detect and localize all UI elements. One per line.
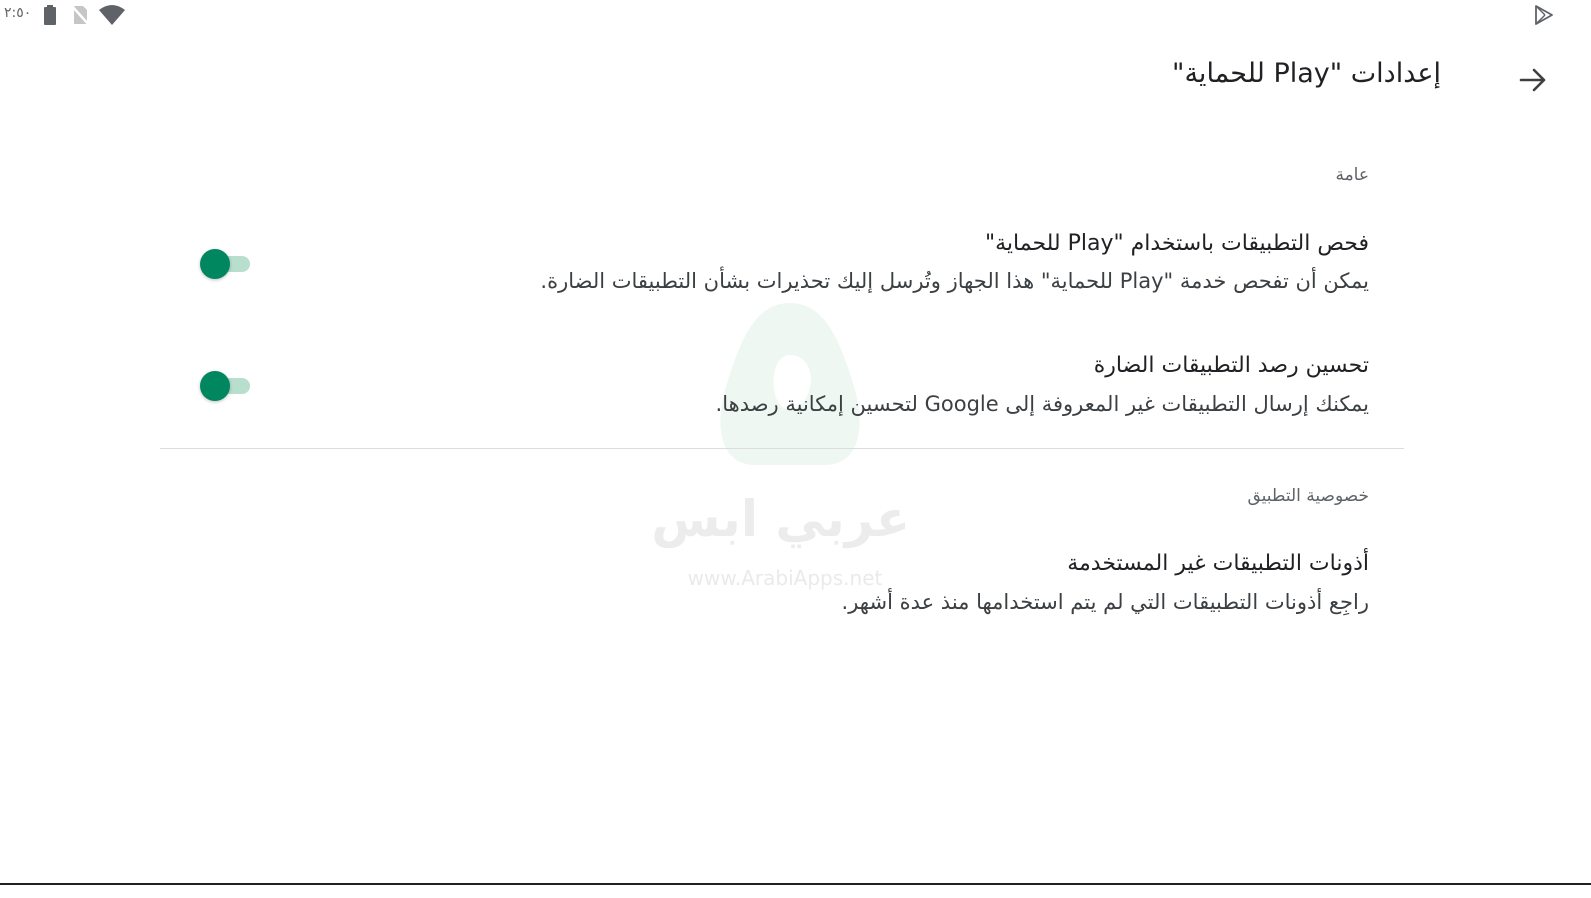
- page-title: إعدادات "Play للحماية": [1172, 58, 1441, 89]
- section-header-general: عامة: [1335, 165, 1369, 185]
- watermark-text: عربي ابس: [651, 490, 910, 548]
- watermark-logo-icon: [720, 303, 860, 465]
- toggle-thumb: [200, 371, 230, 401]
- scan-apps-toggle[interactable]: [200, 247, 252, 281]
- wifi-icon: [99, 5, 125, 25]
- setting-title: أذونات التطبيقات غير المستخدمة: [1067, 551, 1369, 576]
- toggle-thumb: [200, 249, 230, 279]
- battery-icon: [44, 5, 56, 25]
- arrow-icon: [1519, 68, 1546, 92]
- improve-detection-toggle[interactable]: [200, 369, 252, 403]
- status-bar: ٢:٥٠: [0, 0, 1591, 32]
- no-sim-icon: [70, 4, 90, 26]
- status-time: ٢:٥٠: [4, 5, 32, 21]
- setting-description: يمكنك إرسال التطبيقات غير المعروفة إلى G…: [715, 392, 1369, 416]
- setting-description: راجِع أذونات التطبيقات التي لم يتم استخد…: [841, 590, 1369, 614]
- section-header-app-privacy: خصوصية التطبيق: [1247, 486, 1369, 506]
- back-button[interactable]: [1515, 62, 1551, 98]
- setting-title: تحسين رصد التطبيقات الضارة: [1093, 353, 1369, 378]
- section-divider: [160, 448, 1404, 449]
- watermark-url: www.ArabiApps.net: [687, 566, 883, 590]
- bottom-border: [0, 883, 1591, 885]
- watermark: عربي ابس www.ArabiApps.net: [651, 290, 910, 590]
- setting-title: فحص التطبيقات باستخدام "Play للحماية": [984, 231, 1369, 256]
- play-store-icon: [1535, 5, 1553, 25]
- setting-description: يمكن أن تفحص خدمة "Play للحماية" هذا الج…: [540, 269, 1369, 293]
